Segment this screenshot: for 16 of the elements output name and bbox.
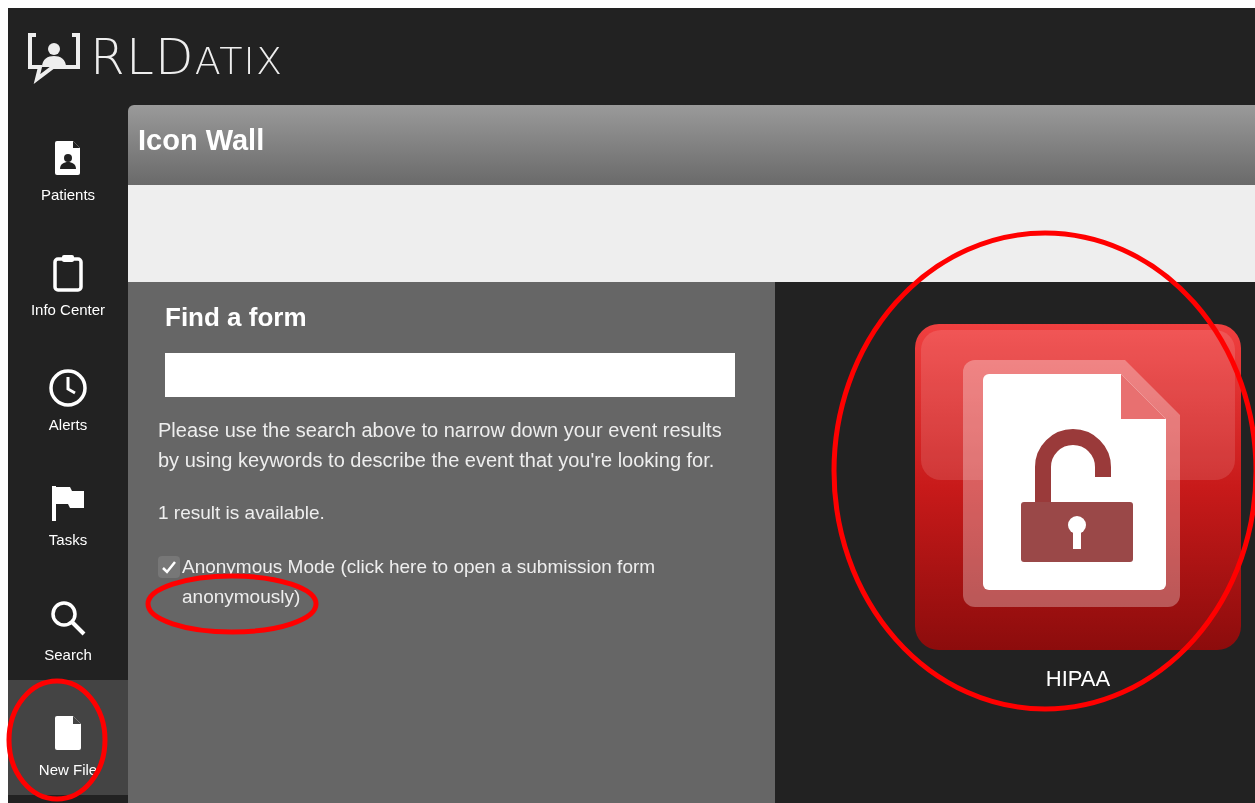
form-tile[interactable]: HIPAA [913,322,1243,803]
finder-heading: Find a form [164,301,308,334]
search-field[interactable] [165,353,735,397]
unlocked-file-icon [913,322,1243,652]
panel-title: Icon Wall [138,124,265,156]
sidebar-item[interactable]: Info Center [8,220,128,335]
sidebar-item[interactable]: Patients [8,105,128,220]
result-count: 1 result is available. [158,501,326,525]
help-text: Please use the search above to narrow down your event results by using keywords to describe the event that you're looking for. [158,418,723,473]
sidebar-item[interactable]: Tasks [8,450,128,565]
sidebar-item[interactable]: Alerts [8,335,128,450]
sidebar-item[interactable]: Search [8,565,128,680]
anonymous-mode-label[interactable]: Anonymous Mode (click here to open a submission form anonymously) [182,551,747,612]
clock-icon [48,367,88,408]
anonymous-checkbox[interactable] [158,555,180,578]
logo-text: RLDATIX [90,31,284,82]
